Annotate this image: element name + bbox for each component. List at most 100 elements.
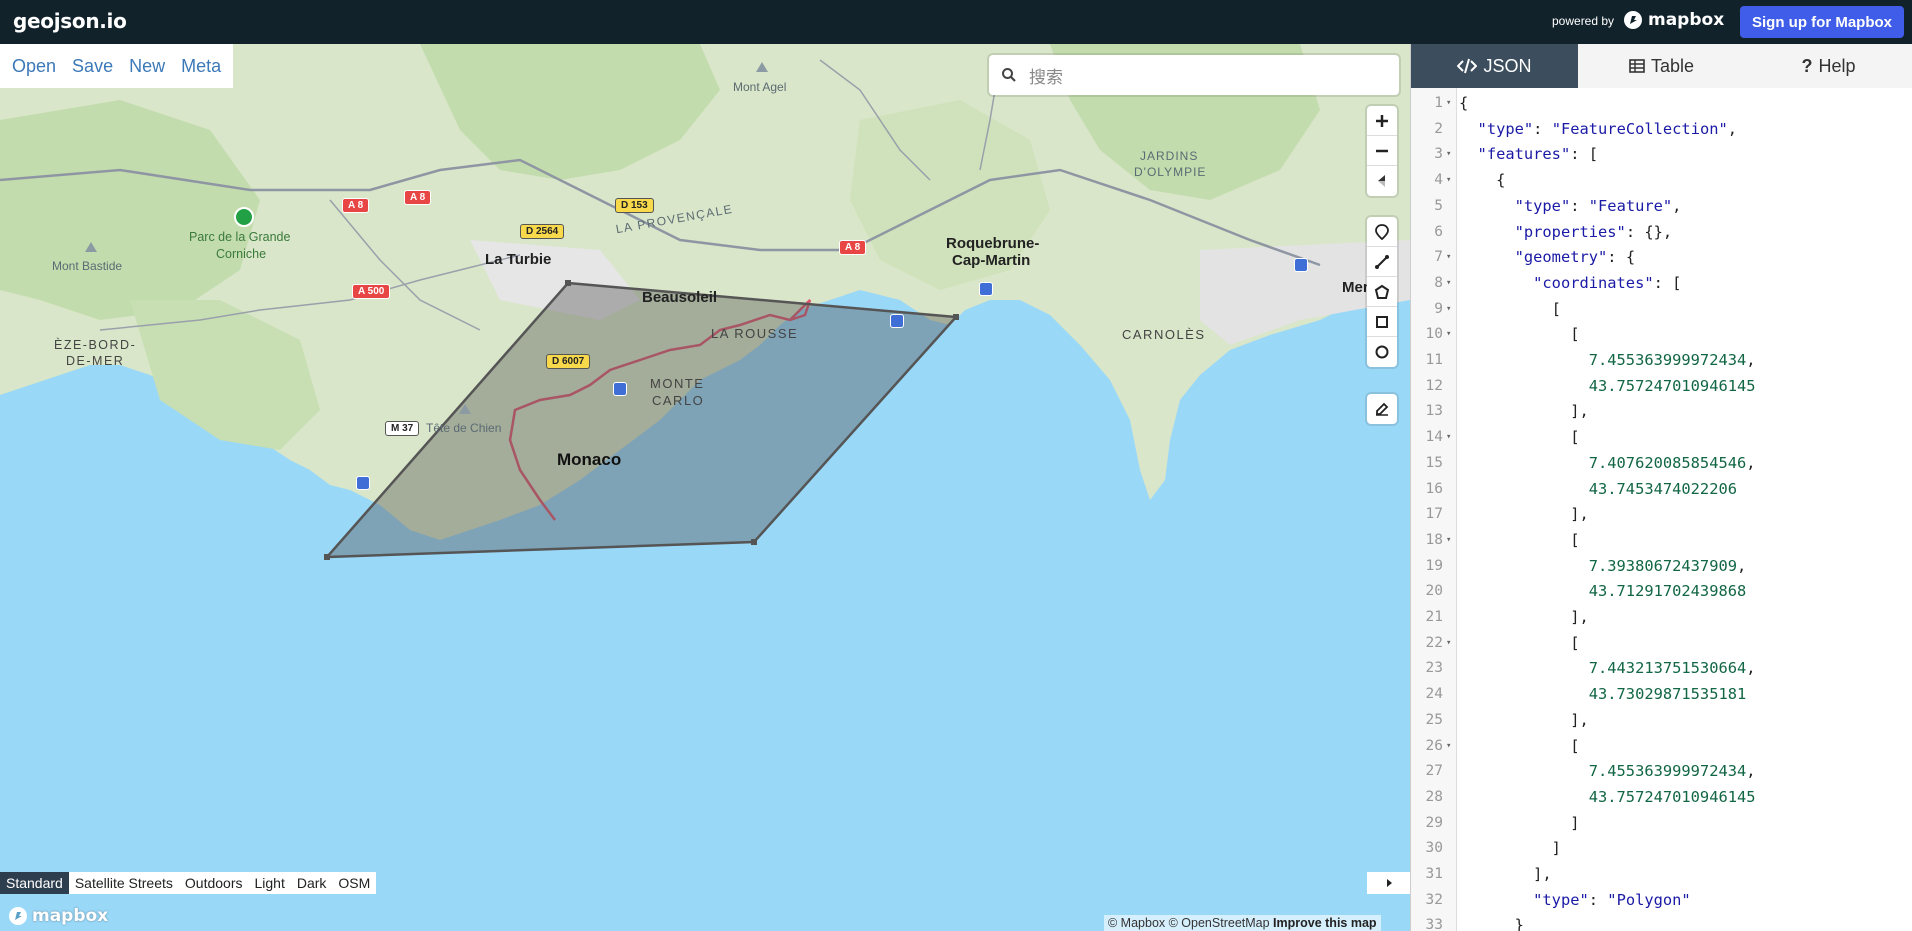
code-line[interactable]: 2 "type": "FeatureCollection", [1411, 117, 1912, 143]
code-line[interactable]: 3 ▾ "features": [ [1411, 142, 1912, 168]
zoom-in-button[interactable] [1367, 106, 1397, 136]
code-line[interactable]: 12 43.757247010946145 [1411, 374, 1912, 400]
attribution-text[interactable]: © Mapbox © OpenStreetMap [1108, 916, 1270, 930]
tab-json[interactable]: JSON [1411, 44, 1578, 88]
code-line[interactable]: 7 ▾ "geometry": { [1411, 245, 1912, 271]
map-label: Parc de la Grande [189, 230, 291, 244]
draw-line-button[interactable] [1367, 247, 1397, 277]
json-editor[interactable]: 1 ▾{2 "type": "FeatureCollection", 3 ▾ "fea… [1411, 88, 1912, 931]
code-line[interactable]: 13 ], [1411, 399, 1912, 425]
draw-marker-button[interactable] [1367, 217, 1397, 247]
draw-rectangle-button[interactable] [1367, 307, 1397, 337]
peak-icon [85, 242, 97, 252]
code-text: 43.7453474022206 [1588, 479, 1737, 498]
code-line[interactable]: 31 ], [1411, 862, 1912, 888]
save-button[interactable]: Save [64, 56, 121, 77]
line-number: 14 [1425, 429, 1443, 446]
layer-outdoors[interactable]: Outdoors [179, 872, 249, 894]
signup-button[interactable]: Sign up for Mapbox [1740, 6, 1904, 38]
code-line[interactable]: 6 "properties": {}, [1411, 220, 1912, 246]
code-line[interactable]: 30 ] [1411, 836, 1912, 862]
meta-button[interactable]: Meta [173, 56, 229, 77]
draw-polygon-button[interactable] [1367, 277, 1397, 307]
map-canvas[interactable]: Mont Agel JARDINS D'OLYMPIE Parc de la G… [0, 44, 1410, 931]
code-line[interactable]: 9 ▾ [ [1411, 297, 1912, 323]
code-line[interactable]: 22 ▾ [ [1411, 631, 1912, 657]
fold-toggle-icon[interactable]: ▾ [1446, 322, 1451, 348]
code-line[interactable]: 15 7.407620085854546, [1411, 451, 1912, 477]
layer-light[interactable]: Light [248, 872, 290, 894]
improve-map-link[interactable]: Improve this map [1273, 916, 1377, 930]
code-text: ], [1459, 505, 1589, 524]
compass-button[interactable] [1367, 166, 1397, 196]
vertex-handle[interactable] [324, 554, 330, 560]
code-line[interactable]: 14 ▾ [ [1411, 425, 1912, 451]
code-line[interactable]: 20 43.71291702439868 [1411, 579, 1912, 605]
code-line[interactable]: 32 "type": "Polygon" [1411, 888, 1912, 914]
search-input[interactable]: 搜索 [1029, 63, 1063, 88]
fold-toggle-icon[interactable]: ▾ [1446, 91, 1451, 117]
layer-dark[interactable]: Dark [291, 872, 333, 894]
code-text: [ [1459, 325, 1580, 344]
train-station-icon [613, 382, 627, 396]
layer-standard[interactable]: Standard [0, 872, 69, 894]
fold-toggle-icon[interactable]: ▾ [1446, 271, 1451, 297]
vertex-handle[interactable] [953, 314, 959, 320]
fold-toggle-icon[interactable]: ▾ [1446, 168, 1451, 194]
fold-toggle-icon[interactable]: ▾ [1446, 734, 1451, 760]
fold-toggle-icon[interactable]: ▾ [1446, 142, 1451, 168]
new-button[interactable]: New [121, 56, 173, 77]
fold-toggle-icon[interactable]: ▾ [1446, 297, 1451, 323]
open-button[interactable]: Open [4, 56, 64, 77]
code-line[interactable]: 23 7.443213751530664, [1411, 656, 1912, 682]
code-text: [ [1459, 633, 1580, 652]
code-line[interactable]: 8 ▾ "coordinates": [ [1411, 271, 1912, 297]
code-text: 7.443213751530664, [1588, 659, 1756, 678]
layer-osm[interactable]: OSM [332, 872, 376, 894]
code-line[interactable]: 18 ▾ [ [1411, 528, 1912, 554]
mapbox-logo-bottom[interactable]: mapbox [8, 906, 108, 926]
tab-help[interactable]: ? Help [1745, 44, 1912, 88]
fold-toggle-icon[interactable]: ▾ [1446, 631, 1451, 657]
code-line[interactable]: 26 ▾ [ [1411, 734, 1912, 760]
map-label: CARLO [652, 393, 705, 408]
code-line[interactable]: 11 7.455363999972434, [1411, 348, 1912, 374]
code-line[interactable]: 27 7.455363999972434, [1411, 759, 1912, 785]
brand-logo[interactable]: geojson.io [13, 9, 127, 33]
code-line[interactable]: 25 ], [1411, 708, 1912, 734]
search-box[interactable]: 搜索 [989, 55, 1399, 95]
code-line[interactable]: 19 7.39380672437909, [1411, 554, 1912, 580]
table-icon [1629, 59, 1645, 73]
edit-icon [1376, 402, 1389, 416]
code-text: "features": [ [1477, 145, 1599, 164]
circle-icon [1375, 345, 1389, 359]
code-line[interactable]: 24 43.73029871535181 [1411, 682, 1912, 708]
code-text: "type": "Polygon" [1533, 890, 1691, 909]
collapse-panel-button[interactable] [1367, 872, 1410, 894]
code-line[interactable]: 29 ] [1411, 811, 1912, 837]
code-line[interactable]: 5 "type": "Feature", [1411, 194, 1912, 220]
line-number: 24 [1425, 686, 1443, 703]
layer-satellite-streets[interactable]: Satellite Streets [69, 872, 179, 894]
code-line[interactable]: 33 } [1411, 913, 1912, 931]
mapbox-logo[interactable]: mapbox [1623, 9, 1724, 31]
tab-table[interactable]: Table [1578, 44, 1745, 88]
fold-toggle-icon[interactable]: ▾ [1446, 425, 1451, 451]
vertex-handle[interactable] [751, 539, 757, 545]
zoom-out-button[interactable] [1367, 136, 1397, 166]
code-line[interactable]: 10 ▾ [ [1411, 322, 1912, 348]
vertex-handle[interactable] [565, 280, 571, 286]
map-label: Corniche [216, 247, 267, 261]
line-number: 1 [1434, 95, 1443, 111]
fold-toggle-icon[interactable]: ▾ [1446, 245, 1451, 271]
code-line[interactable]: 1 ▾ { [1411, 91, 1912, 117]
code-line[interactable]: 28 43.757247010946145 [1411, 785, 1912, 811]
edit-button[interactable] [1367, 394, 1397, 424]
draw-circle-button[interactable] [1367, 337, 1397, 367]
code-line[interactable]: 16 43.7453474022206 [1411, 477, 1912, 503]
code-line[interactable]: 4 ▾ { [1411, 168, 1912, 194]
code-line[interactable]: 17 ], [1411, 502, 1912, 528]
code-line[interactable]: 21 ], [1411, 605, 1912, 631]
fold-toggle-icon[interactable]: ▾ [1446, 528, 1451, 554]
code-text: 43.757247010946145 [1588, 787, 1756, 806]
